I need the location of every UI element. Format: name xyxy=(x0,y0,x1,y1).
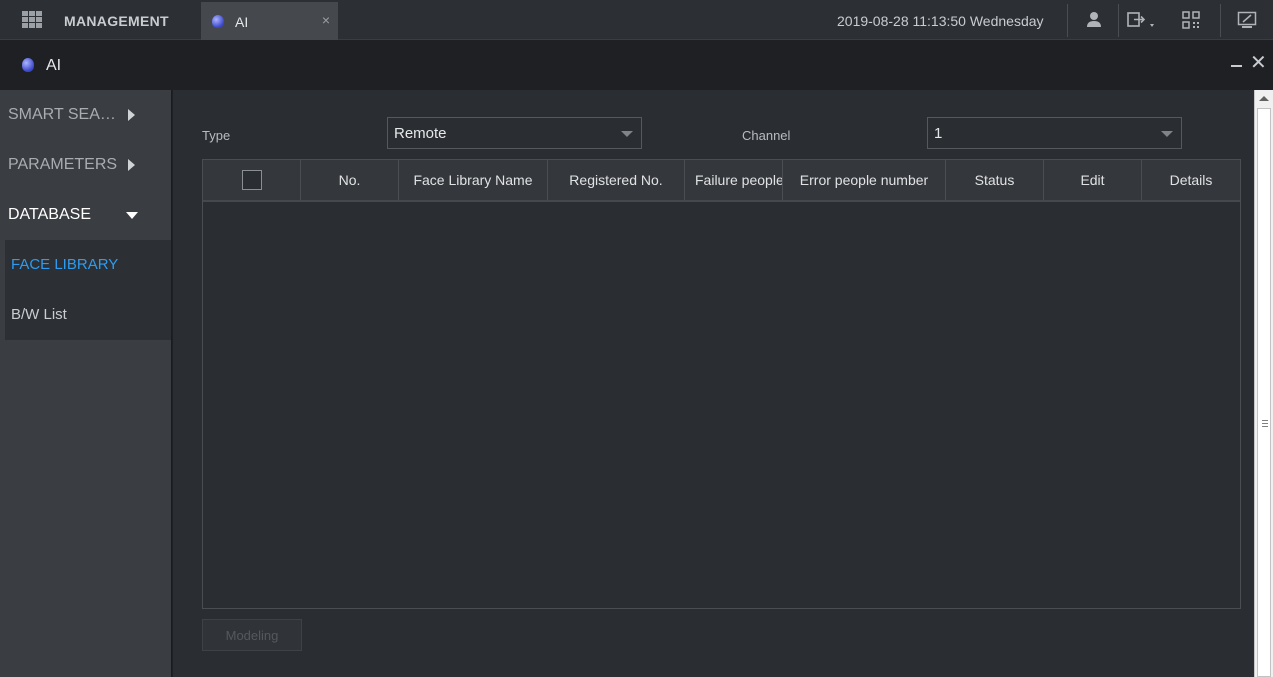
column-header[interactable]: Registered No. xyxy=(548,160,685,200)
type-select-value: Remote xyxy=(394,125,447,142)
sidebar-item-label: DATABASE xyxy=(8,206,91,223)
sidebar-item-parameters[interactable]: PARAMETERS xyxy=(0,140,171,190)
chevron-right-icon xyxy=(128,159,135,171)
sidebar-item-database[interactable]: DATABASE xyxy=(0,190,171,240)
toolbar-divider xyxy=(1067,4,1068,37)
sidebar: SMART SEA… PARAMETERS DATABASE FACE LIBR… xyxy=(0,90,172,677)
sidebar-item-label: B/W List xyxy=(11,306,67,323)
modeling-button[interactable]: Modeling xyxy=(202,619,302,651)
column-header[interactable]: Status xyxy=(946,160,1044,200)
scrollbar-thumb[interactable] xyxy=(1257,108,1271,677)
select-all-checkbox[interactable] xyxy=(241,170,262,190)
top-bar: MANAGEMENT AI × 2019-08-28 11:13:50 Wedn… xyxy=(0,0,1273,40)
sidebar-item-label: PARAMETERS xyxy=(8,156,118,173)
channel-select[interactable]: 1 xyxy=(927,117,1182,149)
apps-grid-icon[interactable] xyxy=(22,11,44,29)
display-icon[interactable] xyxy=(1237,10,1257,30)
chevron-down-icon xyxy=(126,212,138,219)
column-header[interactable]: Failure people xyxy=(685,160,783,200)
ai-globe-icon xyxy=(212,15,224,28)
vertical-scrollbar[interactable] xyxy=(1254,90,1273,677)
type-label: Type xyxy=(202,128,231,143)
channel-select-value: 1 xyxy=(934,125,943,142)
window-header: AI ✕ xyxy=(0,41,1273,89)
sidebar-item-label: SMART SEA… xyxy=(8,106,116,123)
channel-label: Channel xyxy=(742,128,791,143)
logout-icon[interactable] xyxy=(1126,10,1160,30)
sidebar-item-face-library[interactable]: FACE LIBRARY xyxy=(5,240,171,290)
column-header[interactable]: Error people number xyxy=(783,160,946,200)
datetime-display: 2019-08-28 11:13:50 Wednesday xyxy=(837,13,1044,29)
sidebar-item-label: FACE LIBRARY xyxy=(11,256,119,273)
management-tab[interactable]: MANAGEMENT xyxy=(64,13,169,29)
main-content: Type Remote Channel 1 No. Face Library N… xyxy=(173,90,1254,677)
scroll-up-arrow-icon[interactable] xyxy=(1259,96,1269,101)
select-all-cell xyxy=(203,160,301,200)
qr-code-icon[interactable] xyxy=(1181,10,1201,30)
window-title: AI xyxy=(46,57,62,74)
column-header[interactable]: Details xyxy=(1142,160,1240,200)
chevron-down-icon xyxy=(621,131,633,137)
column-header[interactable]: Face Library Name xyxy=(399,160,548,200)
tab-ai-label: AI xyxy=(235,14,249,30)
type-select[interactable]: Remote xyxy=(387,117,642,149)
column-header[interactable]: No. xyxy=(301,160,399,200)
table-header: No. Face Library Name Registered No. Fai… xyxy=(203,160,1240,202)
chevron-right-icon xyxy=(128,109,135,121)
user-icon[interactable] xyxy=(1084,10,1104,30)
sidebar-item-bw-list[interactable]: B/W List xyxy=(5,290,171,340)
grip-icon xyxy=(1262,420,1268,427)
chevron-down-icon xyxy=(1161,131,1173,137)
column-header[interactable]: Edit xyxy=(1044,160,1142,200)
tab-close-button[interactable]: × xyxy=(322,12,330,28)
toolbar-divider xyxy=(1220,4,1221,37)
ai-globe-icon xyxy=(22,58,34,72)
tab-ai[interactable]: AI × xyxy=(201,2,338,40)
toolbar-divider xyxy=(1118,4,1119,37)
sidebar-item-smart-search[interactable]: SMART SEA… xyxy=(0,90,171,140)
face-library-table: No. Face Library Name Registered No. Fai… xyxy=(202,159,1241,609)
minimize-button[interactable] xyxy=(1231,65,1242,67)
close-window-button[interactable]: ✕ xyxy=(1250,53,1267,73)
